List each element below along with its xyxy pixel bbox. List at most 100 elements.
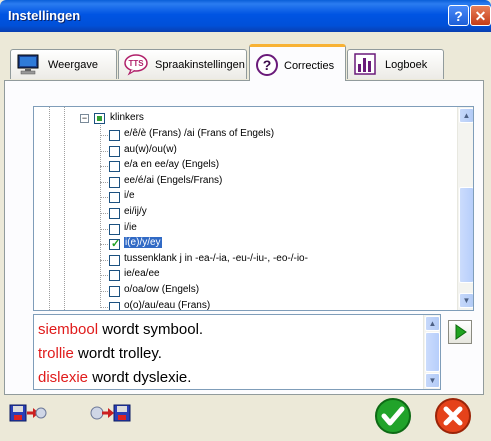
tab-label: Correcties bbox=[284, 60, 335, 72]
preview-line: trollie wordt trolley. bbox=[38, 345, 162, 362]
preview-correction: wordt symbool. bbox=[98, 321, 204, 338]
tree-guide-line bbox=[100, 150, 108, 152]
tab-label: Spraakinstellingen bbox=[155, 59, 245, 71]
tree-item-checkbox[interactable] bbox=[109, 208, 120, 219]
svg-text:?: ? bbox=[263, 57, 272, 73]
logbook-chart-icon bbox=[354, 53, 376, 75]
cancel-x-icon bbox=[435, 398, 471, 434]
tree-item[interactable]: ei/ij/y bbox=[34, 205, 454, 221]
monitor-icon bbox=[17, 54, 39, 75]
tree-item[interactable]: i/ie bbox=[34, 221, 454, 237]
tree-item[interactable]: e/ê/è (Frans) /ai (Frans of Engels) bbox=[34, 127, 454, 143]
scroll-up-button[interactable]: ▲ bbox=[459, 108, 473, 123]
ok-button[interactable] bbox=[373, 396, 413, 436]
play-icon bbox=[455, 324, 467, 340]
title-bar: Instellingen ? ✕ bbox=[0, 0, 491, 32]
tree-item-checkbox[interactable] bbox=[109, 223, 120, 235]
tree-item-label: e/ê/è (Frans) /ai (Frans of Engels) bbox=[124, 128, 275, 139]
tree-item-label: ee/é/ai (Engels/Frans) bbox=[124, 174, 223, 186]
tree-guide-line bbox=[100, 244, 108, 246]
question-icon: ? bbox=[256, 54, 278, 76]
tree-item-label: tussenklank j in -ea-/-ia, -eu-/-iu-, -e… bbox=[124, 252, 308, 264]
window-title: Instellingen bbox=[8, 8, 81, 23]
tree-item-label: o/oa/ow (Engels) bbox=[124, 284, 200, 295]
tts-icon: TTS bbox=[124, 54, 148, 76]
tree-guide-line bbox=[100, 135, 108, 136]
tree-item-checkbox[interactable] bbox=[109, 286, 120, 297]
tree-item-checkbox[interactable] bbox=[109, 130, 120, 141]
svg-text:TTS: TTS bbox=[128, 59, 144, 68]
scroll-up-button[interactable]: ▲ bbox=[425, 316, 440, 331]
preview-wrong-word: siembool bbox=[38, 321, 99, 338]
tab-strip: Weergave TTS Spraakinstellingen ? Correc… bbox=[0, 32, 491, 88]
play-example-button[interactable] bbox=[448, 320, 472, 344]
tree-item[interactable]: ee/é/ai (Engels/Frans) bbox=[34, 174, 454, 190]
tree-guide-line bbox=[100, 213, 108, 214]
tree-item[interactable]: ie/ea/ee bbox=[34, 267, 454, 283]
tree-item-label: o(o)/au/eau (Frans) bbox=[124, 299, 211, 311]
tree-item[interactable]: o/oa/ow (Engels) bbox=[34, 283, 454, 299]
tree-guide-line bbox=[100, 181, 108, 183]
tree-guide-line bbox=[100, 166, 108, 168]
scroll-thumb[interactable] bbox=[459, 187, 473, 283]
klinkers-checkbox[interactable] bbox=[94, 113, 105, 124]
preview-wrong-word: trollie bbox=[38, 345, 74, 362]
scroll-down-button[interactable]: ▼ bbox=[425, 373, 440, 388]
tree-node-klinkers[interactable]: − klinkers bbox=[34, 111, 454, 127]
tree-item-label: ei/ij/y bbox=[124, 206, 147, 217]
close-window-button[interactable]: ✕ bbox=[470, 5, 491, 26]
scroll-down-button[interactable]: ▼ bbox=[459, 293, 473, 308]
cancel-button[interactable] bbox=[433, 396, 473, 436]
preview-correction: wordt trolley. bbox=[73, 345, 162, 362]
tree-guide-line bbox=[100, 275, 108, 277]
preview-wrong-word: dislexie bbox=[38, 369, 89, 386]
tree-guide-line bbox=[100, 228, 108, 230]
tree-item-label: i(e)/y/ey bbox=[124, 237, 162, 249]
scroll-thumb[interactable] bbox=[425, 332, 440, 372]
import-settings-button[interactable] bbox=[8, 396, 48, 436]
tree-item[interactable]: o(o)/au/eau (Frans) bbox=[34, 299, 454, 311]
tree-guide-line bbox=[100, 306, 108, 308]
tree-guide-line bbox=[100, 291, 108, 292]
tree-node-label: klinkers bbox=[110, 112, 144, 123]
preview-line: siembool wordt symbool. bbox=[38, 321, 203, 338]
tree-item-checkbox[interactable] bbox=[109, 254, 120, 266]
tab-weergave[interactable]: Weergave bbox=[10, 49, 117, 79]
tab-spraakinstellingen[interactable]: TTS Spraakinstellingen bbox=[118, 49, 247, 79]
preview-scrollbar[interactable]: ▲ ▼ bbox=[423, 315, 440, 389]
tree-item-label: i/e bbox=[124, 190, 135, 202]
tree-item-label: au(w)/ou(w) bbox=[124, 143, 177, 155]
example-preview: siembool wordt symbool. trollie wordt tr… bbox=[33, 314, 441, 390]
tree-item-label: e/a en ee/ay (Engels) bbox=[124, 159, 220, 171]
tab-label: Logboek bbox=[385, 59, 428, 71]
tree-item[interactable]: e/a en ee/ay (Engels) bbox=[34, 158, 454, 174]
tree-item-checkbox[interactable] bbox=[109, 237, 120, 251]
preview-correction: wordt dyslexie. bbox=[88, 369, 192, 386]
checkmark-icon bbox=[375, 398, 411, 434]
collapse-toggle-icon[interactable]: − bbox=[80, 114, 89, 123]
tree-item-label: ie/ea/ee bbox=[124, 268, 160, 280]
tree-item-checkbox[interactable] bbox=[109, 192, 120, 204]
export-settings-button[interactable] bbox=[88, 396, 132, 436]
tree-item-label: i/ie bbox=[124, 221, 137, 233]
tree-item-checkbox[interactable] bbox=[109, 270, 120, 282]
tree-item[interactable]: i(e)/y/ey bbox=[34, 236, 454, 252]
tree-item[interactable]: tussenklank j in -ea-/-ia, -eu-/-iu-, -e… bbox=[34, 252, 454, 268]
preview-line: dislexie wordt dyslexie. bbox=[38, 369, 191, 386]
tree-guide-line bbox=[100, 197, 108, 199]
tree-guide-line bbox=[100, 259, 108, 261]
tree-item-checkbox[interactable] bbox=[109, 145, 120, 157]
correction-tree[interactable]: − klinkers e/ê/è (Frans) /ai (Frans of E… bbox=[33, 106, 474, 311]
tab-label: Weergave bbox=[48, 59, 98, 71]
tree-item-checkbox[interactable] bbox=[109, 301, 120, 310]
tab-correcties[interactable]: ? Correcties bbox=[249, 44, 346, 81]
tree-item-checkbox[interactable] bbox=[109, 176, 120, 188]
tree-item-checkbox[interactable] bbox=[109, 161, 120, 173]
tab-logboek[interactable]: Logboek bbox=[347, 49, 444, 79]
tree-item[interactable]: au(w)/ou(w) bbox=[34, 143, 454, 159]
help-button[interactable]: ? bbox=[448, 5, 469, 26]
export-disk-icon bbox=[90, 404, 131, 422]
tree-scrollbar[interactable]: ▲ ▼ bbox=[457, 107, 473, 310]
tree-item[interactable]: i/e bbox=[34, 189, 454, 205]
import-disk-icon bbox=[9, 404, 47, 422]
